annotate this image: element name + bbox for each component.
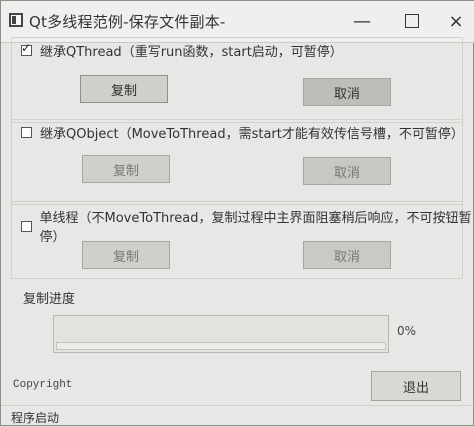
qobject-option-label: 继承QObject（MoveToThread，需start才能有效传信号槽，不可… [40, 127, 464, 142]
app-window-icon [9, 13, 23, 27]
qobject-copy-button[interactable]: 复制 [82, 155, 170, 183]
window-title: Qt多线程范例-保存文件副本- [29, 13, 226, 31]
single-thread-copy-button[interactable]: 复制 [82, 241, 170, 269]
qobject-checkbox[interactable] [21, 127, 32, 138]
qthread-option-label: 继承QThread（重写run函数，start启动，可暂停） [40, 45, 343, 60]
single-thread-option[interactable]: 单线程（不MoveToThread，复制过程中主界面阻塞稍后响应，不可按钮暂停） [21, 207, 473, 245]
qthread-checkbox[interactable] [21, 41, 32, 56]
progress-label: 复制进度 [23, 292, 76, 307]
progress-track [56, 342, 386, 350]
exit-button[interactable]: 退出 [371, 371, 461, 401]
qthread-copy-button[interactable]: 复制 [80, 75, 168, 103]
qobject-option[interactable]: 继承QObject（MoveToThread，需start才能有效传信号槽，不可… [21, 123, 464, 142]
qthread-option[interactable]: 继承QThread（重写run函数，start启动，可暂停） [21, 41, 343, 60]
single-thread-cancel-button[interactable]: 取消 [303, 241, 391, 269]
main-window: Qt多线程范例-保存文件副本- — × 继承QThread（重写run函数，st… [0, 0, 474, 426]
progress-percent: 0% [397, 324, 417, 338]
qthread-cancel-button[interactable]: 取消 [303, 78, 391, 106]
qobject-cancel-button[interactable]: 取消 [303, 157, 391, 185]
status-text: 程序启动 [11, 411, 60, 425]
maximize-button[interactable] [397, 9, 427, 33]
minimize-button[interactable]: — [347, 9, 377, 33]
progress-bar [53, 315, 389, 353]
single-thread-checkbox[interactable] [21, 220, 32, 232]
status-bar: 程序启动 [1, 405, 474, 427]
close-button[interactable]: × [441, 9, 471, 33]
maximize-icon [405, 14, 419, 28]
single-thread-option-label: 单线程（不MoveToThread，复制过程中主界面阻塞稍后响应，不可按钮暂停） [39, 211, 472, 245]
copyright-label: Copyright [13, 379, 73, 391]
